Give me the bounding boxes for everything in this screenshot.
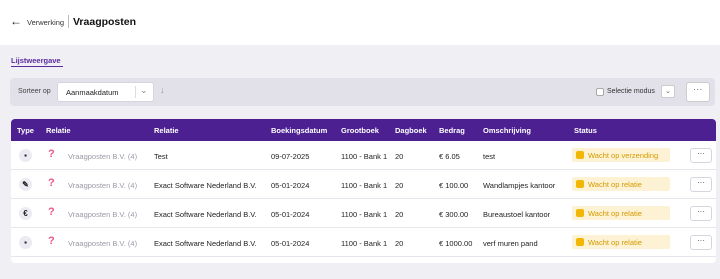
status-text: Wacht op relatie <box>588 238 642 247</box>
toolbar: Sorteer op Aanmaakdatum ⌄ ↓ Selectie mod… <box>10 78 715 106</box>
status-dot-icon <box>576 238 584 246</box>
relatie-cell: Vraagposten B.V. (4) <box>68 210 138 219</box>
table-row[interactable]: ✎ ? Vraagposten B.V. (4) Exact Software … <box>11 170 716 199</box>
amount-cell: € 100.00 <box>439 181 469 190</box>
date-cell: 05-01-2024 <box>271 181 310 190</box>
column-header-omschrijving[interactable]: Omschrijving <box>483 126 531 135</box>
journal-cell: 20 <box>395 210 404 219</box>
status-badge: Wacht op relatie <box>572 177 670 191</box>
journal-cell: 20 <box>395 239 404 248</box>
select-divider <box>135 86 136 98</box>
status-dot-icon <box>576 209 584 217</box>
status-badge: Wacht op verzending <box>572 148 670 162</box>
column-header-boekingsdatum[interactable]: Boekingsdatum <box>271 126 327 135</box>
back-arrow-icon[interactable]: ← <box>10 14 22 28</box>
vraagposten-table: Type Relatie Relatie Boekingsdatum Groot… <box>11 119 716 263</box>
ledger-cell: 1100 - Bank 1 <box>341 210 388 219</box>
ledger-cell: 1100 - Bank 1 <box>341 239 388 248</box>
pen-icon: ✎ <box>19 178 32 191</box>
sort-select[interactable]: Aanmaakdatum ⌄ <box>57 82 154 102</box>
status-badge: Wacht op relatie <box>572 235 670 249</box>
question-mark-icon[interactable]: ? <box>48 177 55 189</box>
relatie-name-cell: Test <box>154 152 168 161</box>
status-text: Wacht op verzending <box>588 151 659 160</box>
description-cell: test <box>483 152 496 161</box>
status-text: Wacht op relatie <box>588 209 642 218</box>
column-header-dagboek[interactable]: Dagboek <box>395 126 427 135</box>
page-title: Vraagposten <box>73 16 137 28</box>
question-mark-icon[interactable]: ? <box>48 206 55 218</box>
status-dot-icon <box>576 151 584 159</box>
amount-cell: € 1000.00 <box>439 239 473 248</box>
journal-cell: 20 <box>395 152 404 161</box>
relatie-cell: Vraagposten B.V. (4) <box>68 181 138 190</box>
table-row[interactable]: ▪ ? Vraagposten B.V. (4) Test 09-07-2025… <box>11 141 716 170</box>
question-mark-icon[interactable]: ? <box>48 235 55 247</box>
table-row[interactable]: ▪ ? Vraagposten B.V. (4) Exact Software … <box>11 228 716 257</box>
journal-cell: 20 <box>395 181 404 190</box>
tab-list-view[interactable]: Lijstweergave <box>11 56 61 65</box>
sort-select-value: Aanmaakdatum <box>66 88 119 97</box>
status-dot-icon <box>576 180 584 188</box>
tab-underline <box>11 66 63 67</box>
invoice-icon: ▪ <box>19 236 32 249</box>
column-header-relatie-2[interactable]: Relatie <box>154 126 179 135</box>
amount-cell: € 6.05 <box>439 152 460 161</box>
column-header-grootboek[interactable]: Grootboek <box>341 126 379 135</box>
breadcrumb-divider <box>68 15 69 28</box>
chevron-down-icon[interactable]: ⌄ <box>140 85 148 96</box>
description-cell: verf muren pand <box>483 239 538 248</box>
amount-cell: € 300.00 <box>439 210 469 219</box>
ledger-cell: 1100 - Bank 1 <box>341 181 388 190</box>
relatie-cell: Vraagposten B.V. (4) <box>68 239 138 248</box>
description-cell: Bureaustoel kantoor <box>483 210 551 219</box>
selection-mode-dropdown-icon[interactable]: ⌄ <box>661 85 675 98</box>
column-header-bedrag[interactable]: Bedrag <box>439 126 465 135</box>
sort-direction-icon[interactable]: ↓ <box>160 85 165 95</box>
relatie-name-cell: Exact Software Nederland B.V. <box>154 181 257 190</box>
column-header-relatie[interactable]: Relatie <box>46 126 71 135</box>
euro-icon: € <box>19 207 32 220</box>
ledger-cell: 1100 - Bank 1 <box>341 152 388 161</box>
sort-label: Sorteer op <box>18 88 51 95</box>
relatie-cell: Vraagposten B.V. (4) <box>68 152 138 161</box>
status-text: Wacht op relatie <box>588 180 642 189</box>
column-header-status[interactable]: Status <box>574 126 597 135</box>
description-cell: Wandlampjes kantoor <box>483 181 556 190</box>
selection-mode-label: Selectie modus <box>607 88 655 95</box>
row-more-button[interactable]: ··· <box>690 148 712 163</box>
table-row[interactable]: € ? Vraagposten B.V. (4) Exact Software … <box>11 199 716 228</box>
top-bar: ← Verwerking Vraagposten <box>0 0 720 45</box>
status-badge: Wacht op relatie <box>572 206 670 220</box>
date-cell: 05-01-2024 <box>271 239 310 248</box>
question-mark-icon[interactable]: ? <box>48 148 55 160</box>
table-header: Type Relatie Relatie Boekingsdatum Groot… <box>11 119 716 141</box>
relatie-name-cell: Exact Software Nederland B.V. <box>154 239 257 248</box>
relatie-name-cell: Exact Software Nederland B.V. <box>154 210 257 219</box>
selection-mode-checkbox[interactable] <box>596 88 604 96</box>
row-more-button[interactable]: ··· <box>690 177 712 192</box>
date-cell: 05-01-2024 <box>271 210 310 219</box>
invoice-icon: ▪ <box>19 149 32 162</box>
toolbar-more-button[interactable]: ··· <box>686 82 710 102</box>
breadcrumb[interactable]: Verwerking <box>27 18 64 27</box>
row-more-button[interactable]: ··· <box>690 235 712 250</box>
column-header-type[interactable]: Type <box>17 126 34 135</box>
date-cell: 09-07-2025 <box>271 152 310 161</box>
row-more-button[interactable]: ··· <box>690 206 712 221</box>
